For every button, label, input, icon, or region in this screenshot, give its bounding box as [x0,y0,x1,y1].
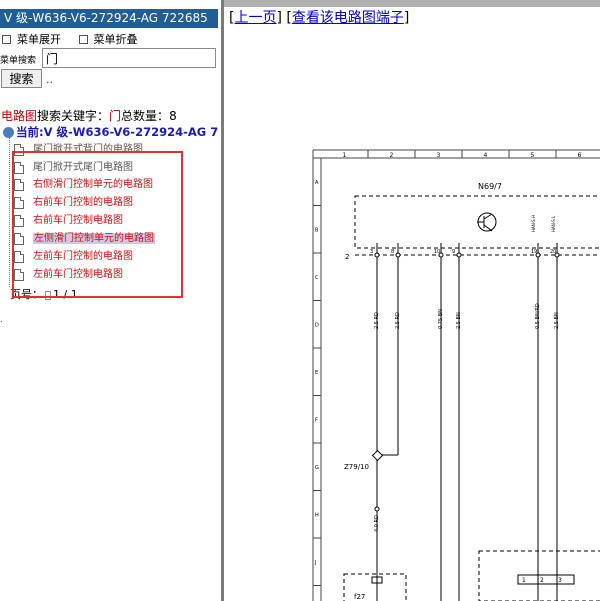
model-header: V 级-W636-V6-272924-AG 722685 [0,9,218,28]
circuit-diagram: 1 2 3 4 5 6 A B C D E F G H J N69/7 2 HAN-S H HAN-S L… [312,149,600,601]
column-label: 4 [484,152,488,159]
row-label: F [315,417,318,423]
column-label: 6 [578,152,582,159]
column-label: 2 [390,152,394,159]
row-label: H [315,512,319,518]
lower-wire-label: 4.0 RD [374,515,380,532]
pin-group: 3 8 10 9 19 20 [370,243,560,258]
stray-link[interactable]: . [0,315,3,324]
splice-icon [371,449,384,462]
transistor-emitter [483,224,493,232]
pin-terminal [456,252,462,258]
component-label-top: N69/7 [478,182,502,191]
expand-checkbox[interactable] [2,34,11,44]
pin-number: 3 [370,249,373,255]
current-vehicle-label: 当前:V 级-W636-V6-272924-AG 7 [16,125,219,139]
row-label: D [315,322,319,328]
row-label: A [315,180,319,186]
wire-label: 2.5 BN [456,312,462,329]
row-label: B [315,227,319,233]
collapse-checkbox[interactable] [78,34,88,44]
component-box-bottom [478,550,600,601]
search-dots: .. [46,73,53,86]
pin-terminal [438,252,444,258]
tree-connector [9,137,11,287]
column-label: 3 [437,152,441,159]
result-prefix: 电路图 [1,109,38,123]
lower-wire-terminal [374,506,380,512]
bottom-connector [517,574,575,585]
top-frame-bar [222,0,600,7]
search-result-summary: 电路图搜索关键字：门总数量：8 [1,107,177,124]
current-vehicle-node[interactable]: 当前:V 级-W636-V6-272924-AG 7 [3,124,218,140]
page-nav: [上一页] [查看该电路图端子] [229,10,410,26]
column-label: 1 [343,152,347,159]
frame-splitter[interactable] [221,0,224,601]
fuse-label: f27 [354,593,365,601]
pin-signal-label: HAN-S H [531,215,536,232]
expand-menu-label[interactable]: 菜单展开 [17,33,61,46]
wire-label: 2.5 BN [554,312,560,329]
row-label-group: A B C D E F G H J [313,180,321,586]
wire-label: 0.5 BN/RD [535,303,541,329]
prev-page-link[interactable]: 上一页 [234,10,276,26]
column-label: 5 [531,152,535,159]
count-value: 8 [169,109,177,123]
wire-label: 0.75 BN [438,309,444,329]
count-label: 总数量： [121,109,170,123]
pin-terminal [535,252,541,258]
keyword-label: 搜索关键字： [37,109,110,123]
menu-toggle-row: 菜单展开 菜单折叠 [2,31,152,47]
row-marker: 2 [345,253,349,261]
search-input[interactable] [42,48,216,68]
pin-number: 8 [391,249,394,255]
bottom-pin: 1 [522,577,526,584]
collapse-menu-label[interactable]: 菜单折叠 [94,33,138,46]
bottom-pin: 2 [540,577,544,584]
search-button[interactable]: 搜索 [1,69,42,88]
transistor-collector [483,213,493,220]
pin-terminal [395,252,401,258]
row-label: G [315,465,319,471]
keyword-value: 门 [109,109,122,123]
search-label: 菜单搜索 [0,56,37,66]
view-terminals-link[interactable]: 查看该电路图端子 [292,10,404,26]
pin-terminal [554,252,560,258]
wire-group: 2.5 RD2.5 RD0.75 BN2.5 BN0.5 BN/RD2.5 BN [374,257,560,601]
pin-signal-label: HAN-S L [551,215,556,232]
splice-label: Z79/10 [344,463,369,471]
left-menu-panel: V 级-W636-V6-272924-AG 722685 菜单展开 菜单折叠 菜… [0,0,221,601]
row-label: C [315,275,319,281]
row-label: E [315,370,318,376]
highlight-annotation-box [12,151,183,298]
pin-terminal [374,252,380,258]
bottom-pin: 3 [558,577,562,584]
wire-label: 2.5 RD [374,312,380,329]
row-label: J [314,560,316,566]
pin-number: 9 [452,249,455,255]
